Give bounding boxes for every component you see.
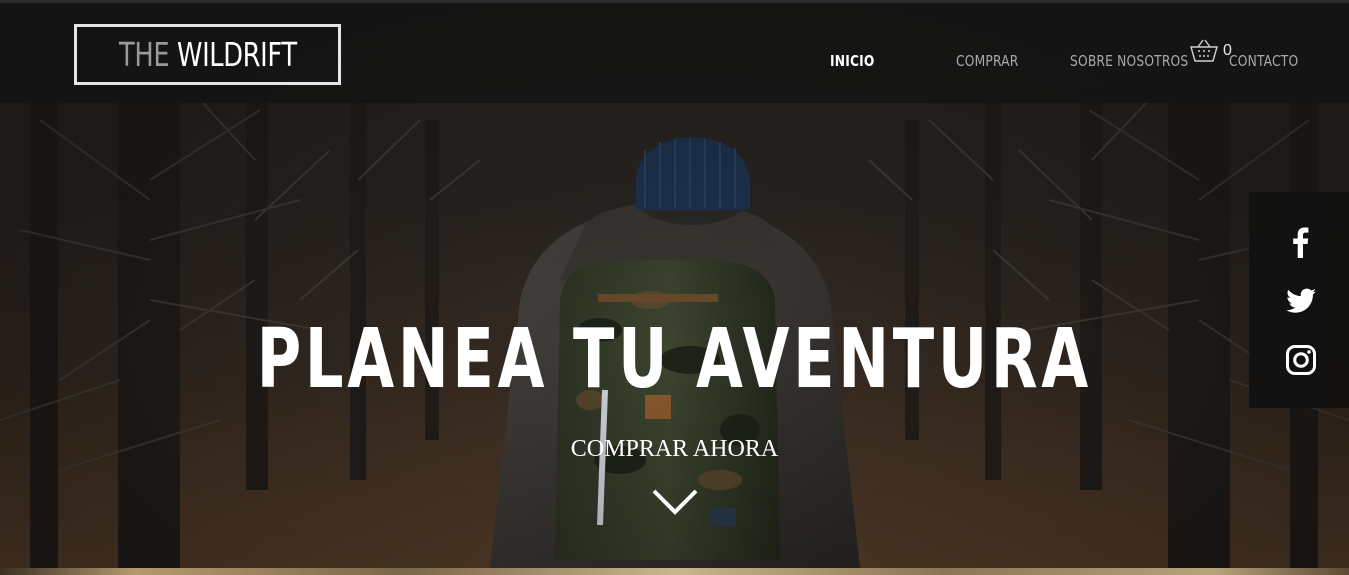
nav-item-comprar[interactable]: COMPRAR	[956, 52, 1018, 70]
nav-item-inicio[interactable]: INICIO	[830, 52, 874, 70]
next-section-preview	[0, 568, 1349, 575]
logo-the-text: THE	[118, 35, 170, 74]
logo-name-text: WILDRIFT	[176, 35, 297, 74]
scroll-down-button[interactable]	[651, 488, 699, 516]
cart-button[interactable]: 0	[1189, 39, 1237, 65]
twitter-icon	[1286, 288, 1316, 313]
cart-count: 0	[1223, 42, 1232, 59]
site-header: THE WILDRIFT INICIO COMPRAR SOBRE NOSOTR…	[0, 0, 1349, 103]
site-logo[interactable]: THE WILDRIFT	[74, 24, 341, 85]
hero-headline-text: PLANEA TU AVENTURA	[256, 312, 1093, 407]
nav-item-sobre-nosotros[interactable]: SOBRE NOSOTROS	[1070, 52, 1188, 70]
hero-headline: PLANEA TU AVENTURA	[0, 312, 1349, 407]
instagram-link[interactable]	[1285, 344, 1317, 376]
twitter-link[interactable]	[1285, 284, 1317, 316]
facebook-icon	[1293, 227, 1309, 258]
social-bar	[1249, 192, 1349, 408]
shopping-basket-icon	[1190, 39, 1218, 62]
facebook-link[interactable]	[1285, 226, 1317, 258]
instagram-icon	[1286, 345, 1316, 375]
nav-item-contacto[interactable]: CONTACTO	[1229, 52, 1298, 70]
shop-now-button[interactable]: COMPRAR AHORA	[0, 436, 1349, 463]
chevron-down-icon	[652, 489, 698, 515]
